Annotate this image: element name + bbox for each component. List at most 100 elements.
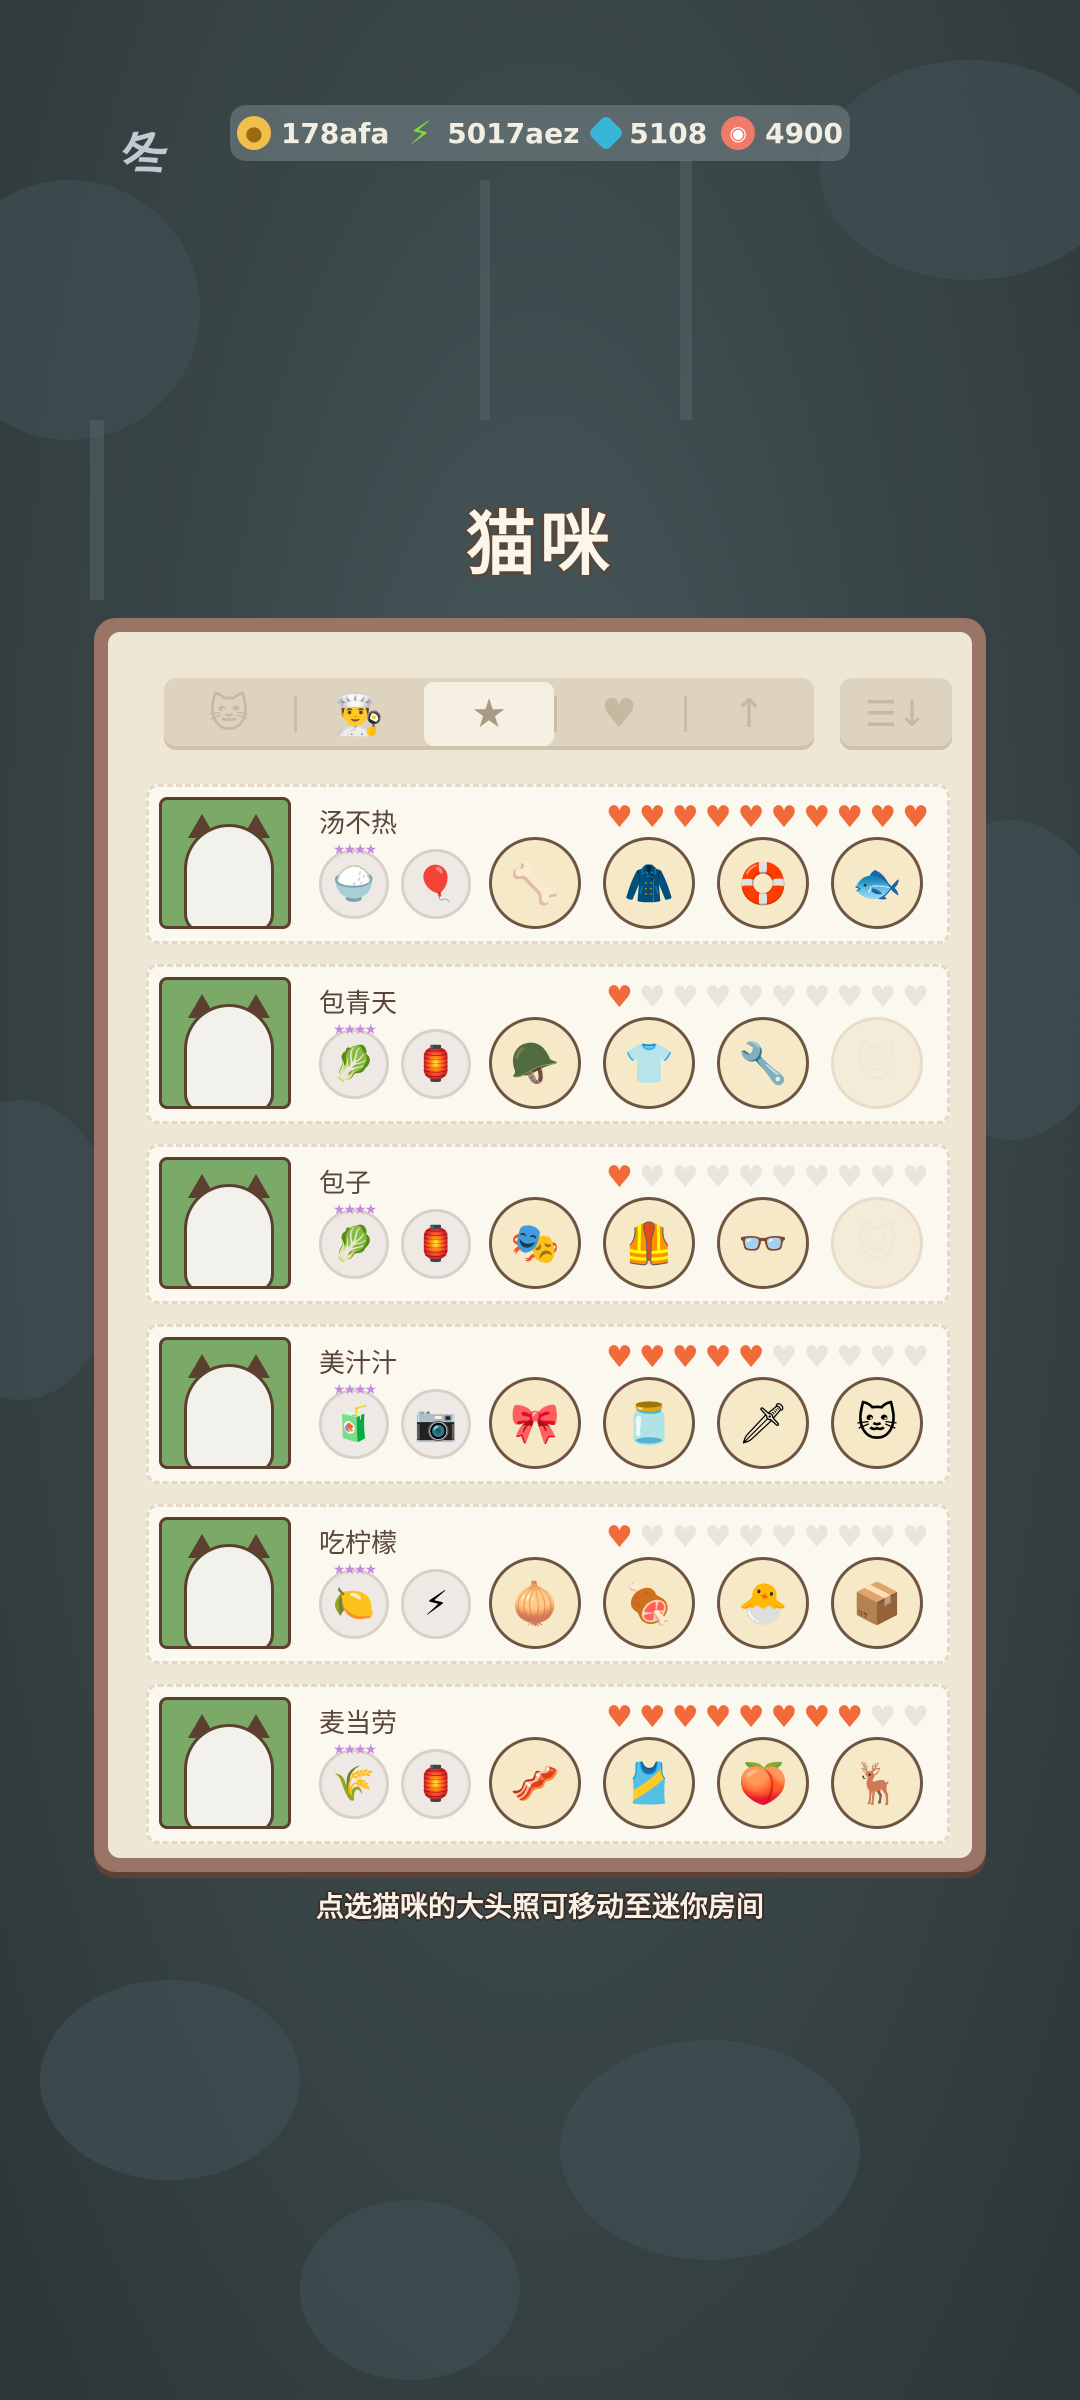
favorite-toy-slot[interactable]: 🏮 [401,1029,471,1099]
outfit-slot[interactable]: 🦌 [831,1737,923,1829]
outfit-slot[interactable]: 🐱 [831,1377,923,1469]
toy-icon: 🏮 [414,1224,458,1264]
outfit-slot[interactable]: 🎭 [489,1197,581,1289]
outfit-slot[interactable]: 🫙 [603,1377,695,1469]
shell-counter[interactable]: ◉ 4900 [721,116,843,150]
cat-avatar [184,824,274,926]
outfit-slot[interactable]: 🦴 [489,837,581,929]
tab-upgrade[interactable]: ↑ [684,678,814,750]
tab-star[interactable]: ★ [424,682,554,746]
outfit-slot[interactable]: 🥓 [489,1737,581,1829]
favorite-toy-slot[interactable]: 🏮 [401,1209,471,1279]
cat-portrait[interactable] [159,1157,291,1289]
toy-icon: 🏮 [414,1764,458,1804]
outfit-slot[interactable]: 📦 [831,1557,923,1649]
shell-icon: ◉ [721,116,756,150]
heart-icon: ♥ [869,800,897,835]
cat-panel-inner: 🐱 👨‍🍳 ★ ♥ ↑ ☰↓ 汤不热 ♥ ♥ ♥ ♥ ♥ ♥ ♥ ♥ ♥ ♥ ★★★★ 🍚 🎈 🦴 🧥 🛟 🐟 包青… [108,632,972,1858]
cat-portrait[interactable] [159,1337,291,1469]
cat-name: 包子 [319,1169,372,1199]
cat-portrait[interactable] [159,1697,291,1829]
cat-name: 汤不热 [319,809,398,839]
heart-icon: ♥ [836,1160,864,1195]
heart-icon: ♥ [671,1520,699,1555]
favorite-toy-slot[interactable]: 📷 [401,1389,471,1459]
heart-icon: ♥ [770,800,798,835]
tab-cat[interactable]: 🐱 [164,678,294,750]
outfit-item-icon: 🎀 [510,1400,560,1447]
outfit-slot[interactable]: 👕 [603,1017,695,1109]
outfit-slot[interactable]: 🛟 [717,837,809,929]
cat-portrait[interactable] [159,977,291,1109]
cat-portrait[interactable] [159,1517,291,1649]
outfit-slot[interactable]: 🗡 [717,1377,809,1469]
heart-icon: ♥ [770,1340,798,1375]
toy-icon: 📷 [414,1404,458,1444]
affection-hearts: ♥ ♥ ♥ ♥ ♥ ♥ ♥ ♥ ♥ ♥ [606,983,929,1013]
cat-card: 吃柠檬 ♥ ♥ ♥ ♥ ♥ ♥ ♥ ♥ ♥ ♥ ★★★★ 🍋 ⚡ 🧅 🍖 🐣 📦 [146,1504,950,1664]
heart-icon: ♥ [803,1160,831,1195]
coin-value: 178afa [280,116,390,150]
favorite-toy-slot[interactable]: 🎈 [401,849,471,919]
heart-icon: ♥ [902,1160,929,1195]
gem-value: 5108 [629,116,708,150]
outfit-slot[interactable]: 🪖 [489,1017,581,1109]
outfit-slot[interactable]: 🐣 [717,1557,809,1649]
favorite-food-slot[interactable]: ★★★★ 🥬 [319,1202,389,1279]
heart-icon: ♥ [605,1700,633,1735]
rating-stars: ★★★★ [332,1202,377,1218]
outfit-slot[interactable]: 🍑 [717,1737,809,1829]
outfit-slot[interactable]: 🔧 [717,1017,809,1109]
empty-outfit-slot[interactable]: 🐱 [831,1197,923,1289]
toy-icon: 🏮 [414,1044,458,1084]
favorite-food-slot[interactable]: ★★★★ 🍋 [319,1562,389,1639]
sort-icon: ☰↓ [864,693,928,735]
cat-list: 汤不热 ♥ ♥ ♥ ♥ ♥ ♥ ♥ ♥ ♥ ♥ ★★★★ 🍚 🎈 🦴 🧥 🛟 🐟 包青天 ♥ ♥ ♥ ♥ ♥ ♥ ♥ ♥ ♥ ♥ ★★★★… [146,784,950,1864]
outfit-slot[interactable]: 🧥 [603,837,695,929]
outfit-slot[interactable]: 🎽 [603,1737,695,1829]
cat-portrait[interactable] [159,797,291,929]
outfit-slot[interactable]: 🎀 [489,1377,581,1469]
heart-icon: ♥ [869,1520,897,1555]
tab-heart[interactable]: ♥ [554,678,684,750]
cat-avatar [184,1364,274,1466]
outfit-item-icon: 🦴 [510,860,560,907]
energy-counter[interactable]: ⚡ 5017aez [403,114,580,152]
gem-counter[interactable]: 5108 [587,114,708,152]
cat-card: 包青天 ♥ ♥ ♥ ♥ ♥ ♥ ♥ ♥ ♥ ♥ ★★★★ 🥬 🏮 🪖 👕 🔧 🐱 [146,964,950,1124]
cat-avatar [184,1544,274,1646]
heart-icon: ♥ [737,1160,765,1195]
outfit-slot[interactable]: 🐟 [831,837,923,929]
sort-button[interactable]: ☰↓ [840,678,952,750]
outfit-slot[interactable]: 🦺 [603,1197,695,1289]
heart-icon: ♥ [671,1340,699,1375]
favorite-food-slot[interactable]: ★★★★ 🌾 [319,1742,389,1819]
food-icon: 🌾 [332,1764,376,1804]
outfit-item-icon: 🐱 [856,1400,898,1446]
heart-icon: ♥ [836,980,864,1015]
toy-icon: 🎈 [414,864,458,904]
affection-hearts: ♥ ♥ ♥ ♥ ♥ ♥ ♥ ♥ ♥ ♥ [606,1703,929,1733]
filter-tab-bar: 🐱 👨‍🍳 ★ ♥ ↑ [164,678,814,750]
outfit-slot[interactable]: 🧅 [489,1557,581,1649]
coin-counter[interactable]: ● 178afa [236,116,390,150]
heart-icon: ♥ [671,980,699,1015]
favorite-food-slot[interactable]: ★★★★ 🧃 [319,1382,389,1459]
outfit-slot[interactable]: 👓 [717,1197,809,1289]
heart-icon: ♥ [671,800,699,835]
outfit-slot[interactable]: 🍖 [603,1557,695,1649]
cat-name: 麦当劳 [319,1709,398,1739]
heart-icon: ♥ [902,980,929,1015]
favorite-food-slot[interactable]: ★★★★ 🍚 [319,842,389,919]
heart-icon: ♥ [737,1700,765,1735]
favorite-toy-slot[interactable]: 🏮 [401,1749,471,1819]
heart-icon: ♥ [902,1340,929,1375]
empty-outfit-slot[interactable]: 🐱 [831,1017,923,1109]
favorite-food-slot[interactable]: ★★★★ 🥬 [319,1022,389,1099]
outfit-item-icon: 🍖 [624,1580,674,1627]
heart-icon: ♥ [902,1520,929,1555]
energy-value: 5017aez [447,116,580,150]
favorite-toy-slot[interactable]: ⚡ [401,1569,471,1639]
tab-chef[interactable]: 👨‍🍳 [294,678,424,750]
cat-card: 麦当劳 ♥ ♥ ♥ ♥ ♥ ♥ ♥ ♥ ♥ ♥ ★★★★ 🌾 🏮 🥓 🎽 🍑 🦌 [146,1684,950,1844]
